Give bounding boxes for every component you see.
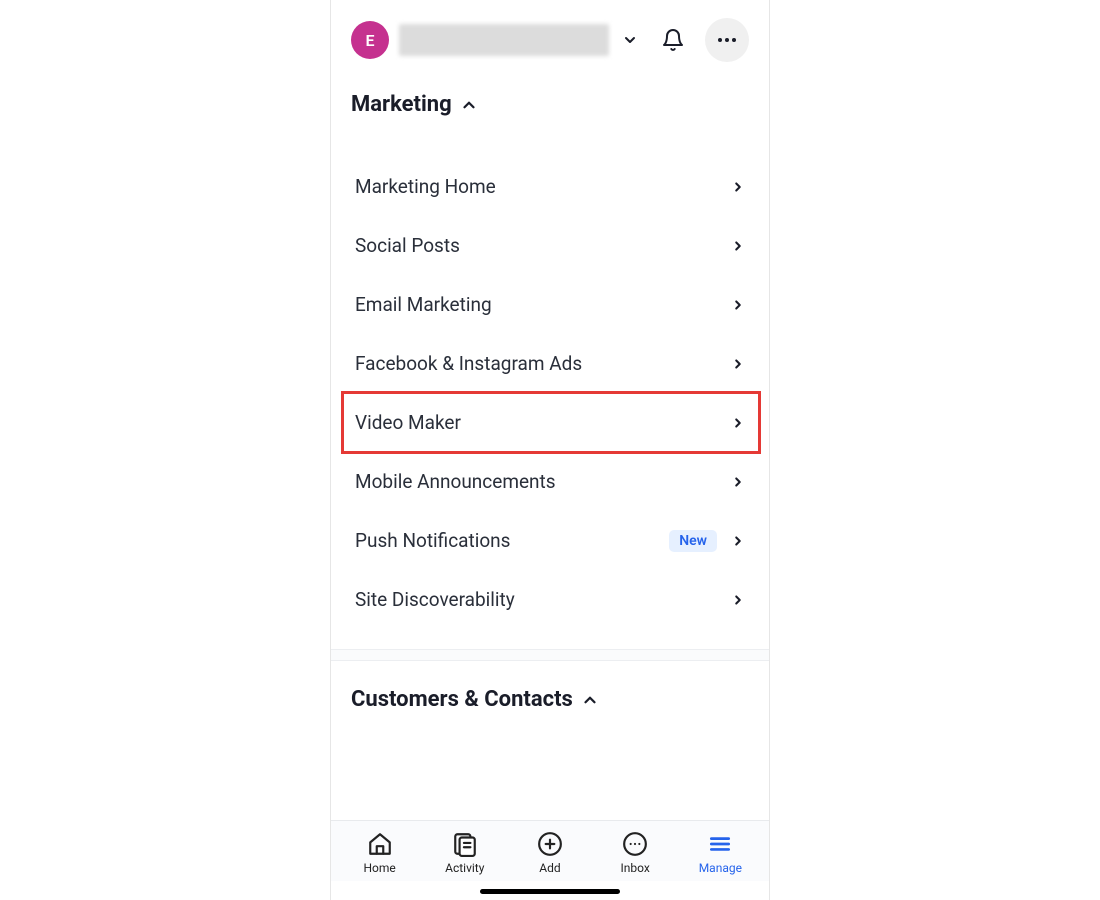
workspace-switcher-button[interactable] [619, 32, 641, 48]
nav-home[interactable]: Home [345, 831, 415, 875]
chevron-right-icon [731, 298, 745, 312]
menu-item[interactable]: Email Marketing [331, 275, 769, 334]
workspace-name-redacted[interactable] [399, 24, 609, 56]
menu-item-right [731, 298, 745, 312]
menu-item[interactable]: Site Discoverability [331, 570, 769, 629]
menu-icon [707, 831, 733, 857]
app-screen: E Marketing Marketing Home Social Posts Em… [330, 0, 770, 900]
home-indicator [480, 889, 620, 894]
menu-item[interactable]: Facebook & Instagram Ads [331, 334, 769, 393]
nav-activity[interactable]: Activity [430, 831, 500, 875]
bell-icon [661, 28, 685, 52]
chevron-right-icon [731, 239, 745, 253]
nav-inbox[interactable]: Inbox [600, 831, 670, 875]
section-title: Marketing [351, 92, 452, 117]
home-icon [367, 831, 393, 857]
nav-label: Add [539, 861, 560, 875]
avatar-initial: E [365, 31, 374, 50]
nav-manage[interactable]: Manage [685, 831, 755, 875]
menu-item[interactable]: Mobile Announcements [331, 452, 769, 511]
chevron-down-icon [622, 32, 638, 48]
chevron-right-icon [731, 416, 745, 430]
avatar[interactable]: E [351, 21, 389, 59]
nav-label: Activity [445, 861, 484, 875]
menu-item-right [731, 239, 745, 253]
menu-item-label: Site Discoverability [355, 588, 515, 611]
menu-item-right [731, 593, 745, 607]
menu-item-label: Email Marketing [355, 293, 492, 316]
section-title: Customers & Contacts [351, 687, 573, 712]
menu-item-label: Marketing Home [355, 175, 496, 198]
notifications-button[interactable] [651, 18, 695, 62]
menu-item-label: Push Notifications [355, 529, 510, 552]
menu-item-label: Video Maker [355, 411, 461, 434]
plus-circle-icon [537, 831, 563, 857]
menu-item-right [731, 475, 745, 489]
chevron-up-icon [460, 96, 478, 114]
menu-item-right: New [669, 530, 745, 552]
marketing-menu-list: Marketing Home Social Posts Email Marketin… [331, 147, 769, 649]
menu-item-right [731, 180, 745, 194]
menu-item[interactable]: Social Posts [331, 216, 769, 275]
chevron-right-icon [731, 180, 745, 194]
top-bar: E [331, 0, 769, 72]
new-badge: New [669, 530, 717, 552]
chevron-up-icon [581, 691, 599, 709]
menu-item-right [731, 416, 745, 430]
more-menu-button[interactable] [705, 18, 749, 62]
section-separator [331, 649, 769, 661]
menu-item-label: Social Posts [355, 234, 460, 257]
nav-label: Home [363, 861, 395, 875]
bottom-nav: Home Activity Add Inbox Manage [331, 820, 769, 881]
activity-icon [452, 831, 478, 857]
menu-item-right [731, 357, 745, 371]
section-header-marketing[interactable]: Marketing [331, 72, 769, 127]
nav-add[interactable]: Add [515, 831, 585, 875]
menu-item-label: Mobile Announcements [355, 470, 556, 493]
section-header-customers[interactable]: Customers & Contacts [331, 661, 769, 722]
nav-label: Inbox [621, 861, 650, 875]
chat-icon [622, 831, 648, 857]
more-horizontal-icon [715, 28, 739, 52]
chevron-right-icon [731, 357, 745, 371]
menu-item[interactable]: Video Maker [331, 393, 769, 452]
menu-item[interactable]: Push Notifications New [331, 511, 769, 570]
chevron-right-icon [731, 593, 745, 607]
menu-item[interactable]: Marketing Home [331, 157, 769, 216]
menu-item-label: Facebook & Instagram Ads [355, 352, 582, 375]
chevron-right-icon [731, 475, 745, 489]
nav-label: Manage [699, 861, 742, 875]
spacer [331, 127, 769, 147]
chevron-right-icon [731, 534, 745, 548]
